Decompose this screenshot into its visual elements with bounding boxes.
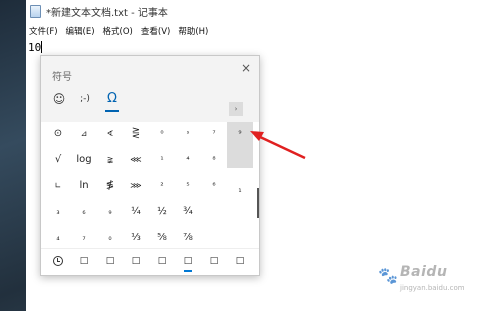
watermark-brand: Baidu [400, 264, 448, 280]
arrow-shaft [257, 134, 306, 160]
paw-icon: 🐾 [378, 266, 398, 285]
baidu-watermark: 🐾 Baidu jingyan.baidu.com [372, 262, 492, 302]
arrow-head [250, 131, 264, 141]
watermark-url: jingyan.baidu.com [400, 284, 465, 292]
